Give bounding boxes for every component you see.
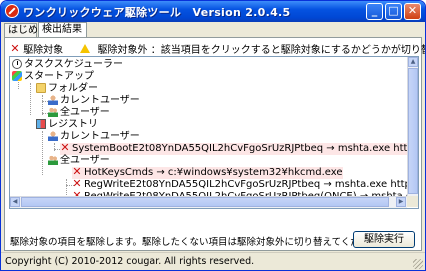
legend-hint: ：該当項目をクリックすると駆除対象にするかどうかが切り替わります。 xyxy=(150,45,425,56)
vertical-scroll-thumb[interactable] xyxy=(408,68,418,194)
legend-not-target-label: 駆除対象外 xyxy=(97,45,148,56)
tab-intro[interactable]: はじめに xyxy=(4,23,48,37)
vertical-scrollbar[interactable]: ▲ xyxy=(407,57,418,196)
horizontal-scrollbar[interactable]: ◀ ▶ xyxy=(10,196,407,208)
registry-icon xyxy=(36,119,46,129)
legend-remove-label: 駆除対象 xyxy=(23,45,64,56)
tree-node-task-scheduler[interactable]: タスクスケジューラー xyxy=(12,59,123,71)
remove-mark-icon: ✕ xyxy=(72,177,82,190)
tree-item-systemboot[interactable]: ✕ SystemBootE2t08YnDA55QIL2hCvFgoSrUzRJPt… xyxy=(60,141,419,155)
users-icon xyxy=(48,155,58,165)
remove-mark-icon: ✕ xyxy=(10,41,20,55)
detection-tree[interactable]: タスクスケジューラー スタートアップ フォルダー カレントユーザー 全ユーザー … xyxy=(9,56,419,209)
resize-grip-icon[interactable] xyxy=(413,259,423,269)
remove-mark-icon: ✕ xyxy=(72,165,82,178)
tree-node-label: 全ユーザー xyxy=(60,155,110,166)
tree-node-label: 全ユーザー xyxy=(60,107,110,118)
scroll-up-icon[interactable]: ▲ xyxy=(408,57,418,67)
tree-item-hotkeyscmds[interactable]: ✕ HotKeysCmds → c:¥windows¥system32¥hkcmd… xyxy=(72,165,343,179)
instruction-text: 駆除対象の項目を駆除します。駆除したくない項目は駆除対象外に切り替えてください。 xyxy=(10,237,389,248)
app-window: ワンクリックウェア駆除ツール Version 2.0.4.5 _ □ ✕ はじめ… xyxy=(0,0,426,271)
scroll-corner xyxy=(407,196,418,207)
tree-node-folder[interactable]: フォルダー xyxy=(36,83,98,95)
tree-node-label: HotKeysCmds → c:¥windows¥system32¥hkcmd.… xyxy=(84,167,343,178)
legend: ✕ 駆除対象 駆除対象外 ：該当項目をクリックすると駆除対象にするかどうかが切り… xyxy=(10,41,425,56)
app-icon xyxy=(5,4,19,18)
tree-node-label: フォルダー xyxy=(48,83,98,94)
warning-icon xyxy=(80,44,91,53)
horizontal-scroll-thumb[interactable] xyxy=(21,197,389,207)
tree-node-label: RegWriteE2t08YnDA55QIL2hCvFgoSrUzRJPtbeq… xyxy=(84,179,419,190)
tree-node-label: タスクスケジューラー xyxy=(24,59,123,70)
scroll-right-icon[interactable]: ▶ xyxy=(396,197,406,207)
tree-node-registry[interactable]: レジストリ xyxy=(36,119,98,131)
tree-node-label: カレントユーザー xyxy=(60,131,140,142)
clock-icon xyxy=(12,59,22,69)
tree-item-regwrite[interactable]: ✕ RegWriteE2t08YnDA55QIL2hCvFgoSrUzRJPtbe… xyxy=(72,177,419,191)
title-bar[interactable]: ワンクリックウェア駆除ツール Version 2.0.4.5 _ □ ✕ xyxy=(1,1,425,22)
tree-node-folder-all-users[interactable]: 全ユーザー xyxy=(48,107,110,119)
window-title: ワンクリックウェア駆除ツール Version 2.0.4.5 xyxy=(23,6,291,19)
user-icon xyxy=(48,95,58,105)
tree-node-label: カレントユーザー xyxy=(60,95,140,106)
tree-node-label: SystemBootE2t08YnDA55QIL2hCvFgoSrUzRJPtb… xyxy=(72,143,419,154)
tree-node-label: レジストリ xyxy=(48,119,98,130)
startup-icon xyxy=(12,71,22,81)
scroll-left-icon[interactable]: ◀ xyxy=(10,197,20,207)
results-panel: ✕ 駆除対象 駆除対象外 ：該当項目をクリックすると駆除対象にするかどうかが切り… xyxy=(4,37,425,251)
maximize-button[interactable]: □ xyxy=(385,3,402,20)
remove-mark-icon: ✕ xyxy=(60,141,70,154)
users-icon xyxy=(48,107,58,117)
minimize-button[interactable]: _ xyxy=(366,3,383,20)
status-bar: Copyright (C) 2010-2012 cougar. All righ… xyxy=(1,252,425,270)
tree-node-startup[interactable]: スタートアップ xyxy=(12,71,94,83)
tree-node-folder-current-user[interactable]: カレントユーザー xyxy=(48,95,140,107)
execute-removal-button[interactable]: 駆除実行 xyxy=(353,231,415,248)
user-icon xyxy=(48,131,58,141)
folder-icon xyxy=(36,83,46,93)
copyright-text: Copyright (C) 2010-2012 cougar. All righ… xyxy=(5,256,255,267)
tab-results[interactable]: 検出結果 xyxy=(38,22,87,37)
tree-node-label: スタートアップ xyxy=(24,71,94,82)
close-button[interactable]: ✕ xyxy=(404,3,421,20)
